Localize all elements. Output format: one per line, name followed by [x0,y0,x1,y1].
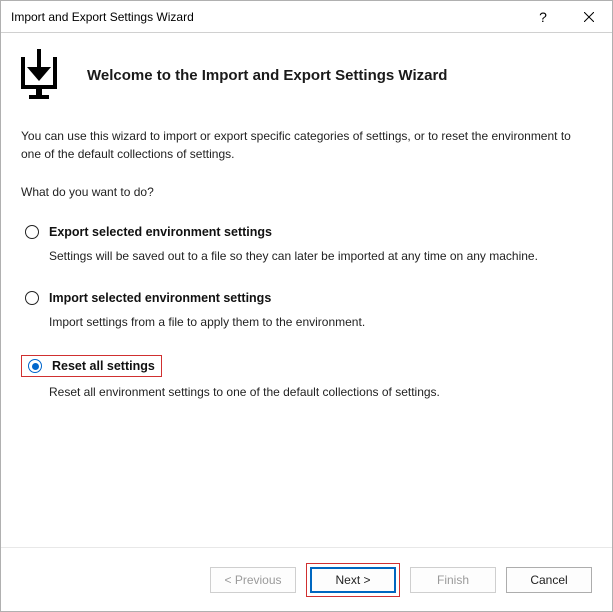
next-button[interactable]: Next > [310,567,396,593]
import-export-icon [19,49,67,101]
highlight-reset: Reset all settings [21,355,162,377]
help-button[interactable]: ? [520,1,566,33]
finish-button: Finish [410,567,496,593]
prompt-text: What do you want to do? [21,185,592,199]
radio-dot-icon [32,363,39,370]
close-icon [584,12,594,22]
option-reset-label: Reset all settings [52,359,155,373]
wizard-footer: < Previous Next > Finish Cancel [1,547,612,611]
window-title: Import and Export Settings Wizard [11,10,520,24]
option-import-desc: Import settings from a file to apply the… [49,313,592,331]
radio-import[interactable] [25,291,39,305]
option-reset-row[interactable]: Reset all settings [28,359,155,373]
option-import-label: Import selected environment settings [49,291,271,305]
cancel-button[interactable]: Cancel [506,567,592,593]
wizard-window: Import and Export Settings Wizard ? [0,0,613,612]
previous-button: < Previous [210,567,296,593]
option-export: Export selected environment settings Set… [21,223,592,265]
wizard-header: Welcome to the Import and Export Setting… [1,33,612,125]
titlebar: Import and Export Settings Wizard ? [1,1,612,33]
highlight-next: Next > [306,563,400,597]
wizard-title: Welcome to the Import and Export Setting… [87,67,447,84]
option-export-label: Export selected environment settings [49,225,272,239]
intro-text: You can use this wizard to import or exp… [21,127,592,163]
option-export-row[interactable]: Export selected environment settings [21,223,592,241]
close-button[interactable] [566,1,612,33]
wizard-body: You can use this wizard to import or exp… [1,125,612,547]
radio-export[interactable] [25,225,39,239]
option-import-row[interactable]: Import selected environment settings [21,289,592,307]
option-reset-desc: Reset all environment settings to one of… [49,383,592,401]
option-export-desc: Settings will be saved out to a file so … [49,247,592,265]
option-reset: Reset all settings Reset all environment… [21,355,592,401]
option-import: Import selected environment settings Imp… [21,289,592,331]
radio-reset[interactable] [28,359,42,373]
